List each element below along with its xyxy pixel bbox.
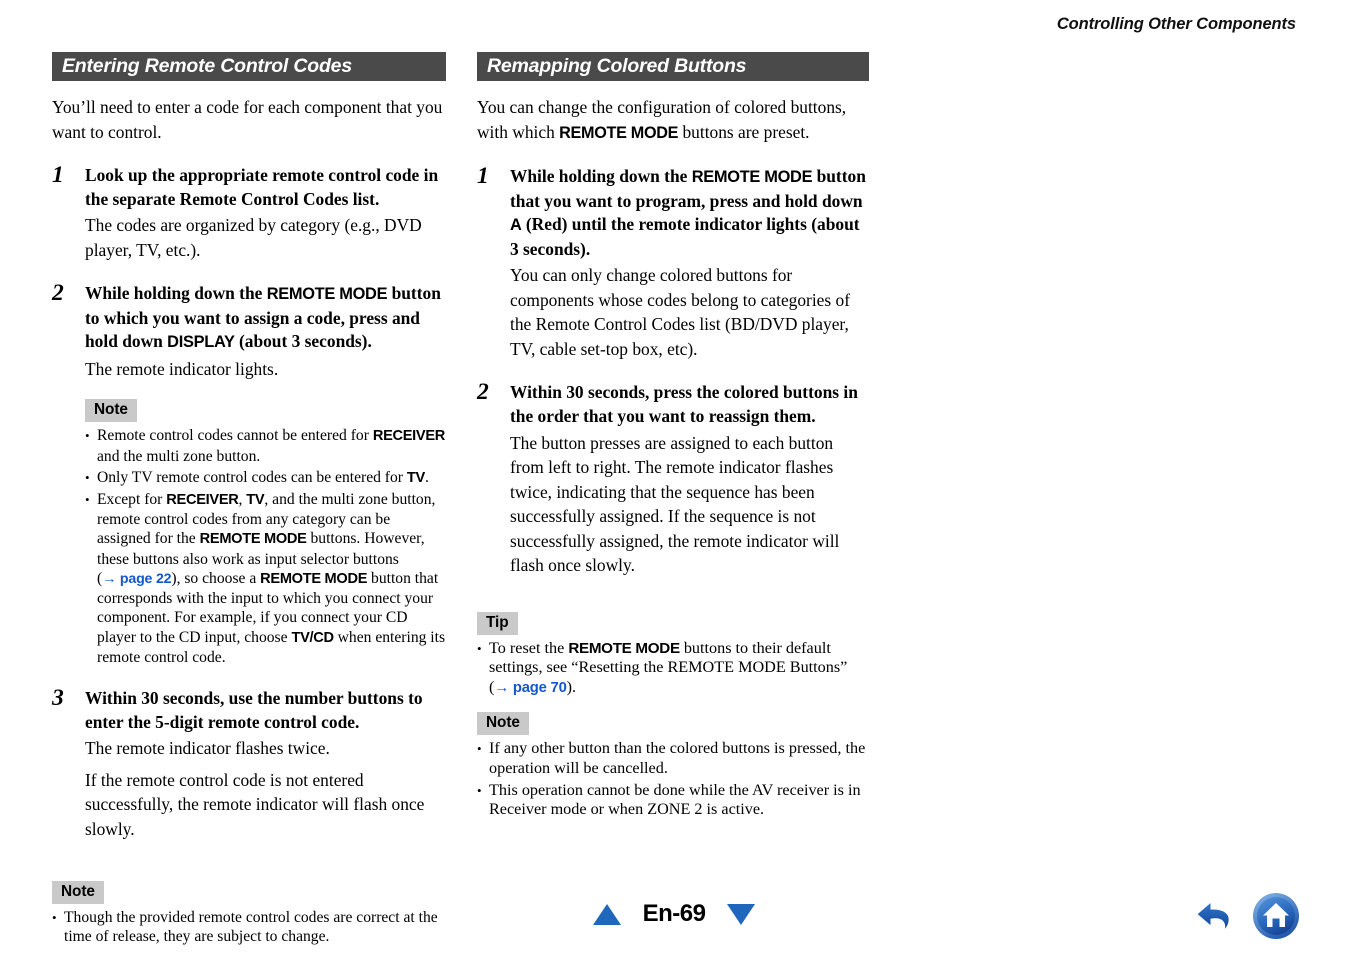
triangle-up-icon[interactable] (592, 903, 621, 925)
text-run: Remote control codes cannot be entered f… (97, 427, 373, 445)
key-name: TV/CD (291, 629, 334, 646)
key-name: DISPLAY (167, 333, 235, 352)
page-navigation: En-69 (0, 892, 1348, 936)
text-run: buttons are preset. (678, 121, 810, 142)
step-body-line: The button presses are assigned to each … (510, 432, 840, 576)
step-number: 3 (52, 684, 64, 711)
text-run: If any other button than the colored but… (489, 739, 866, 777)
key-name: TV (246, 492, 265, 509)
key-name: RECEIVER (372, 428, 446, 445)
note-badge: Note (85, 399, 137, 423)
step-2-right: 2 Within 30 seconds, press the colored b… (477, 379, 869, 578)
step-body: You can only change colored buttons for … (510, 263, 869, 361)
step-1-right: 1 While holding down the REMOTE MODE but… (477, 163, 869, 361)
text-run: Only TV remote control codes can be ente… (97, 468, 407, 486)
text-run: ), so choose a (171, 569, 261, 587)
step-title: While holding down the REMOTE MODE butto… (85, 282, 446, 355)
step-number: 1 (52, 162, 64, 188)
key-name: RECEIVER (166, 492, 239, 509)
text-run: Within 30 seconds, press the colored but… (510, 382, 858, 426)
text-run: Within 30 seconds, use the number button… (85, 687, 423, 732)
step-body: The codes are organized by category (e.g… (85, 213, 446, 262)
step-1-left: 1 Look up the appropriate remote control… (52, 162, 446, 262)
bullet-item: Except for RECEIVER, TV, and the multi z… (85, 490, 446, 667)
step-title: Within 30 seconds, press the colored but… (510, 381, 869, 428)
step-body: The remote indicator lights. (85, 357, 446, 382)
bullet-item: To reset the REMOTE MODE buttons to thei… (477, 639, 869, 699)
bullet-item: Remote control codes cannot be entered f… (85, 426, 446, 465)
tip-bullet-list: To reset the REMOTE MODE buttons to thei… (477, 639, 869, 699)
bullet-item: This operation cannot be done while the … (477, 781, 869, 820)
key-name: REMOTE MODE (691, 168, 813, 186)
text-run: While holding down the (510, 166, 692, 186)
key-name: REMOTE MODE (260, 570, 368, 587)
note-badge: Note (477, 712, 529, 736)
text-run: Except for (97, 491, 167, 509)
step-body-line: You can only change colored buttons for … (510, 265, 850, 359)
step-body-line: The remote indicator lights. (85, 358, 279, 379)
bullet-item: Only TV remote control codes can be ente… (85, 468, 446, 488)
document-page: Controlling Other Components Entering Re… (0, 0, 1348, 954)
right-column: Remapping Colored Buttons You can change… (477, 52, 869, 820)
step-title: Look up the appropriate remote control c… (85, 164, 446, 211)
text-run: . (424, 468, 429, 486)
bullet-item: If any other button than the colored but… (477, 739, 869, 778)
text-run: ). (566, 677, 577, 696)
note-bullet-list: If any other button than the colored but… (477, 739, 869, 819)
triangle-down-icon[interactable] (727, 903, 756, 925)
tip-badge: Tip (477, 611, 518, 635)
step-3-left: 3 Within 30 seconds, use the number butt… (52, 684, 446, 841)
tip-block-right: Tip To reset the REMOTE MODE buttons to … (477, 611, 869, 699)
step-body-line: If the remote control code is not entere… (85, 769, 425, 839)
key-name: A (510, 216, 522, 235)
section-header-entering-remote-control-codes: Entering Remote Control Codes (52, 52, 446, 81)
step-body-line: The codes are organized by category (e.g… (85, 215, 422, 260)
step-title: While holding down the REMOTE MODE butto… (510, 165, 869, 261)
key-name: REMOTE MODE (568, 639, 680, 657)
key-name: REMOTE MODE (559, 123, 679, 142)
key-name: TV (406, 469, 425, 486)
page-cross-reference-link[interactable]: → page 70 (494, 680, 566, 696)
home-icon[interactable] (1252, 892, 1300, 940)
text-run: This operation cannot be done while the … (489, 780, 861, 819)
key-name: REMOTE MODE (266, 285, 388, 304)
step-number: 1 (477, 163, 489, 189)
step-title: Within 30 seconds, use the number button… (85, 687, 446, 734)
left-column: Entering Remote Control Codes You’ll nee… (52, 52, 446, 947)
note-bullet-list: Remote control codes cannot be entered f… (85, 426, 446, 666)
back-arrow-icon[interactable] (1194, 894, 1238, 938)
text-run: and the multi zone button. (97, 447, 261, 465)
running-head: Controlling Other Components (1056, 15, 1296, 33)
right-intro-paragraph: You can change the configuration of colo… (477, 95, 869, 145)
step-number: 2 (477, 379, 489, 406)
note-block-right: Note If any other button than the colore… (477, 712, 869, 819)
step-number: 2 (52, 280, 64, 307)
page-cross-reference-link[interactable]: → page 22 (102, 571, 171, 587)
text-run: While holding down the (85, 283, 267, 304)
key-name: REMOTE MODE (199, 531, 307, 548)
footer-tools (1194, 892, 1300, 940)
text-run: (about 3 seconds). (234, 331, 372, 352)
text-run: (Red) until the remote indicator lights … (510, 214, 860, 259)
text-run: To reset the (489, 638, 569, 657)
step-2-left: 2 While holding down the REMOTE MODE but… (52, 280, 446, 667)
text-run: Look up the appropriate remote control c… (85, 165, 439, 209)
section-header-remapping-colored-buttons: Remapping Colored Buttons (477, 52, 869, 81)
left-intro-paragraph: You’ll need to enter a code for each com… (52, 97, 443, 142)
step-body-line: The remote indicator flashes twice. (85, 738, 330, 759)
step-body: The button presses are assigned to each … (510, 431, 869, 578)
note-block-step-2: Note Remote control codes cannot be ente… (85, 399, 446, 666)
step-body: The remote indicator flashes twice. If t… (85, 736, 446, 841)
page-number-label: En-69 (642, 900, 706, 927)
